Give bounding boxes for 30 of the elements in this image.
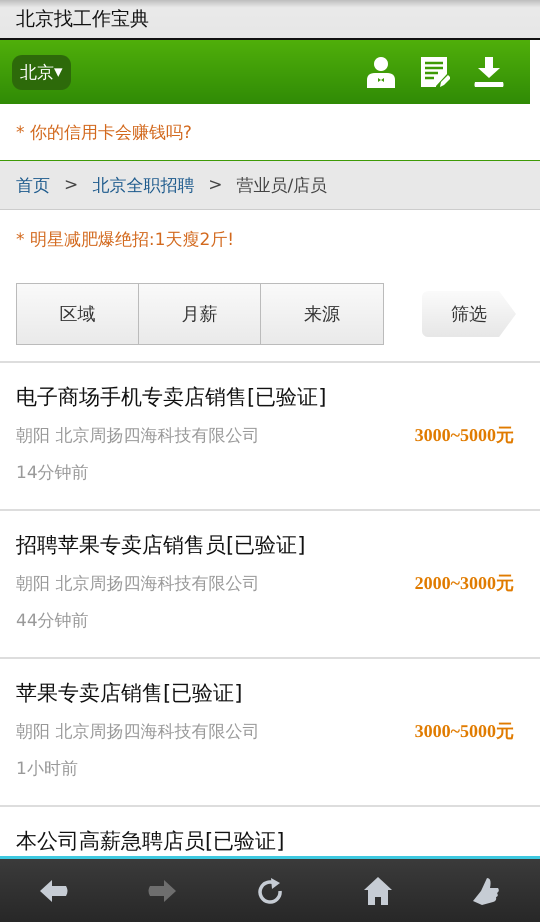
job-title[interactable]: 招聘苹果专卖店销售员[已验证] — [16, 531, 514, 559]
salary: 3000~5000元 — [414, 720, 514, 743]
edit-icon[interactable] — [420, 56, 450, 88]
post-time: 1小时前 — [16, 758, 79, 780]
filter-tab[interactable]: 来源 — [261, 284, 383, 344]
post-time: 44分钟前 — [16, 610, 90, 632]
ad-link[interactable]: * 你的信用卡会赚钱吗? — [16, 120, 192, 144]
home-icon[interactable] — [362, 874, 394, 906]
salary: 2000~3000元 — [414, 572, 514, 595]
download-icon[interactable] — [474, 56, 504, 88]
salary: 3000~5000元 — [414, 424, 514, 447]
company-name: 朝阳 北京周扬四海科技有限公司 — [16, 720, 260, 742]
post-time: 14分钟前 — [16, 462, 90, 484]
job-title[interactable]: 苹果专卖店销售[已验证] — [16, 679, 514, 707]
breadcrumb-link[interactable]: 首页 — [16, 174, 50, 196]
company-name: 朝阳 北京周扬四海科技有限公司 — [16, 424, 260, 446]
user-icon[interactable] — [366, 56, 396, 88]
window-title: 北京找工作宝典 — [16, 7, 149, 32]
filter-tab[interactable]: 月薪 — [139, 284, 261, 344]
filter-tab[interactable]: 区域 — [17, 284, 139, 344]
ad-link[interactable]: * 明星减肥爆绝招:1天瘦2斤! — [16, 228, 234, 250]
job-title[interactable]: 电子商场手机专卖店销售[已验证] — [16, 383, 514, 411]
breadcrumb-text: > — [64, 175, 78, 195]
job-title[interactable]: 本公司高薪急聘店员[已验证] — [16, 827, 514, 855]
breadcrumb-text: 营业员/店员 — [236, 174, 328, 196]
breadcrumb-text: > — [208, 175, 222, 195]
company-name: 朝阳 北京周扬四海科技有限公司 — [16, 572, 260, 594]
breadcrumb-link[interactable]: 北京全职招聘 — [92, 174, 194, 196]
city-selector[interactable]: 北京▾ — [12, 54, 71, 90]
filter-button[interactable]: 筛选 — [422, 291, 516, 337]
